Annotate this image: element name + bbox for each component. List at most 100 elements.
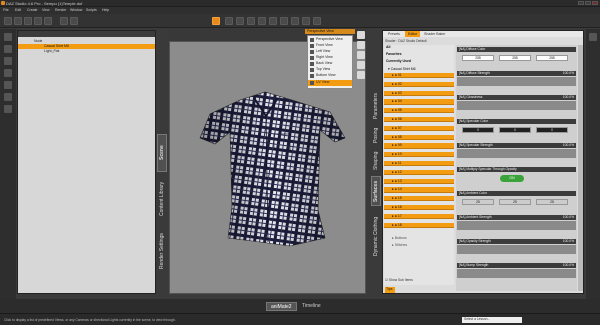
property-slider[interactable] xyxy=(457,77,576,86)
surface-property[interactable]: [NA] Opacity Strength 100.0% xyxy=(456,239,577,261)
geometry-editor-icon[interactable] xyxy=(302,17,310,25)
show-sub-items-checkbox[interactable]: ☑ Show Sub Items xyxy=(385,278,413,282)
select-tool-icon[interactable] xyxy=(212,17,220,25)
open-icon[interactable] xyxy=(14,17,22,25)
surface-property[interactable]: [NA] Diffuse Strength 100.0% xyxy=(456,71,577,93)
surface-property[interactable]: [NA] Multiply Specular Through Opacity ON xyxy=(456,167,577,189)
color-channel-field[interactable]: 255 xyxy=(462,55,494,61)
tree-item-surface-group[interactable]: ▸ ● 17 xyxy=(384,213,454,220)
tree-item-surface-group[interactable]: ▸ ● 07 xyxy=(384,125,454,132)
toggle-switch[interactable]: ON xyxy=(500,175,524,182)
tree-item-surface-group[interactable]: ▸ ● 16 xyxy=(384,205,454,211)
property-slider[interactable] xyxy=(457,221,576,230)
minimize-button[interactable] xyxy=(578,1,584,5)
tree-item-surface-group[interactable]: ▸ ● 04 xyxy=(384,99,454,105)
menu-help[interactable]: Help xyxy=(102,8,109,12)
spot-render-icon[interactable] xyxy=(313,17,321,25)
color-channel-field[interactable]: 0 xyxy=(462,127,494,133)
pan-icon[interactable] xyxy=(357,51,365,59)
view-dropdown[interactable]: Perspective View Perspective View Front … xyxy=(305,29,355,89)
library-tab-icon[interactable] xyxy=(4,57,12,65)
tab-editor[interactable]: Editor xyxy=(405,31,421,37)
zoom-icon[interactable] xyxy=(357,61,365,69)
tree-item-surface-group[interactable]: ▸ ● 05 xyxy=(384,108,454,114)
tab-presets[interactable]: Presets xyxy=(385,31,403,37)
color-channel-field[interactable]: 25 xyxy=(536,199,568,205)
save-icon[interactable] xyxy=(24,17,32,25)
surface-property[interactable]: [NA] Glossiness 100.0% xyxy=(456,95,577,117)
color-channel-field[interactable]: 255 xyxy=(499,55,531,61)
tree-item-surface-group[interactable]: ▸ ● 03 xyxy=(384,90,454,96)
scale-tool-icon[interactable] xyxy=(258,17,266,25)
tab-scene[interactable]: Scene xyxy=(157,134,167,172)
tree-item-surface-group[interactable]: ▸ ● 12 xyxy=(384,169,454,176)
menu-view[interactable]: View xyxy=(42,8,50,12)
universal-tool-icon[interactable] xyxy=(225,17,233,25)
color-channel-field[interactable]: 25 xyxy=(462,199,494,205)
menu-item-uv[interactable]: UV View xyxy=(308,80,352,86)
tree-item-stitches[interactable]: ▸ Stitches xyxy=(384,243,454,248)
cameras-tab-icon[interactable] xyxy=(4,93,12,101)
tree-item-surface-group[interactable]: ▸ ● 14 xyxy=(384,187,454,193)
new-scene-icon[interactable] xyxy=(4,17,12,25)
lights-tab-icon[interactable] xyxy=(4,81,12,89)
tree-item-surface-group[interactable]: ▸ ● 01 xyxy=(384,73,454,79)
surface-property[interactable]: [NA] Ambient Color 25 25 25 xyxy=(456,191,577,213)
surface-property[interactable]: [NA] Bump Strength 100.0% xyxy=(456,263,577,285)
redo-icon[interactable] xyxy=(44,17,52,25)
tab-timeline[interactable]: Timeline xyxy=(298,302,325,311)
tree-item-all[interactable]: All xyxy=(384,45,454,50)
tree-item-favorites[interactable]: Favorites xyxy=(384,52,454,57)
pane-tab-icon[interactable] xyxy=(4,33,12,41)
menu-item-bottom[interactable]: Bottom View xyxy=(308,73,352,79)
tree-item-root[interactable]: ▾ Casual Shirt M6 xyxy=(384,67,454,72)
scene-node-light[interactable]: Light_Flat xyxy=(18,49,155,54)
maximize-button[interactable] xyxy=(585,1,591,5)
tree-item-surface-group[interactable]: ▸ ● 18 xyxy=(384,222,454,228)
tree-item-surface-group[interactable]: ▸ ● 15 xyxy=(384,196,454,202)
tree-item-surface-group[interactable]: ▸ ● 09 xyxy=(384,143,454,149)
tree-item-surface-group[interactable]: ▸ ● 11 xyxy=(384,161,454,167)
tab-parameters[interactable]: Parameters xyxy=(371,90,381,122)
tree-item-buttons[interactable]: ▸ Buttons xyxy=(384,236,454,241)
menu-edit[interactable]: Edit xyxy=(15,8,21,12)
tab-shaping[interactable]: Shaping xyxy=(371,148,381,174)
orbit-icon[interactable] xyxy=(357,41,365,49)
property-slider[interactable] xyxy=(457,269,576,278)
tree-item-surface-group[interactable]: ▸ ● 10 xyxy=(384,152,454,158)
node-weight-icon[interactable] xyxy=(280,17,288,25)
menu-render[interactable]: Render xyxy=(55,8,66,12)
tree-item-surface-group[interactable]: ▸ ● 02 xyxy=(384,81,454,88)
tab-shader-baker[interactable]: Shader Baker xyxy=(421,31,448,37)
property-slider[interactable] xyxy=(457,149,576,158)
translate-tool-icon[interactable] xyxy=(247,17,255,25)
tab-animate2[interactable]: aniMate2 xyxy=(266,302,297,311)
tips-button[interactable]: Tips xyxy=(385,287,395,293)
surface-property[interactable]: [NA] Diffuse Color 255 255 255 xyxy=(456,47,577,69)
render-settings-icon[interactable] xyxy=(70,17,78,25)
tab-content-library[interactable]: Content Library xyxy=(157,174,167,224)
view-menu-icon[interactable] xyxy=(357,31,365,39)
tab-dynamic-clothing[interactable]: Dynamic Clothing xyxy=(371,208,381,264)
joint-editor-icon[interactable] xyxy=(269,17,277,25)
tab-posing[interactable]: Posing xyxy=(371,124,381,146)
close-button[interactable] xyxy=(592,1,598,5)
tree-item-currently-used[interactable]: Currently Used xyxy=(384,59,454,64)
tab-render-settings[interactable]: Render Settings xyxy=(157,226,167,276)
menu-scripts[interactable]: Scripts xyxy=(86,8,97,12)
lesson-select[interactable]: Select a Lesson... xyxy=(462,317,522,323)
surface-property[interactable]: [NA] Specular Strength 100.0% xyxy=(456,143,577,165)
view-dropdown-header[interactable]: Perspective View xyxy=(305,29,355,34)
menu-window[interactable]: Window xyxy=(70,8,82,12)
property-slider[interactable] xyxy=(457,245,576,254)
tree-item-surface-group[interactable]: ▸ ● 08 xyxy=(384,134,454,140)
surface-property[interactable]: [NA] Ambient Strength 100.0% xyxy=(456,215,577,237)
tab-surfaces[interactable]: Surfaces xyxy=(371,176,381,206)
render-icon[interactable] xyxy=(60,17,68,25)
tools-tab-icon[interactable] xyxy=(4,105,12,113)
menu-file[interactable]: File xyxy=(3,8,9,12)
surface-selection-icon[interactable] xyxy=(291,17,299,25)
color-channel-field[interactable]: 25 xyxy=(499,199,531,205)
menu-create[interactable]: Create xyxy=(27,8,38,12)
pane-options-icon[interactable] xyxy=(589,33,597,41)
